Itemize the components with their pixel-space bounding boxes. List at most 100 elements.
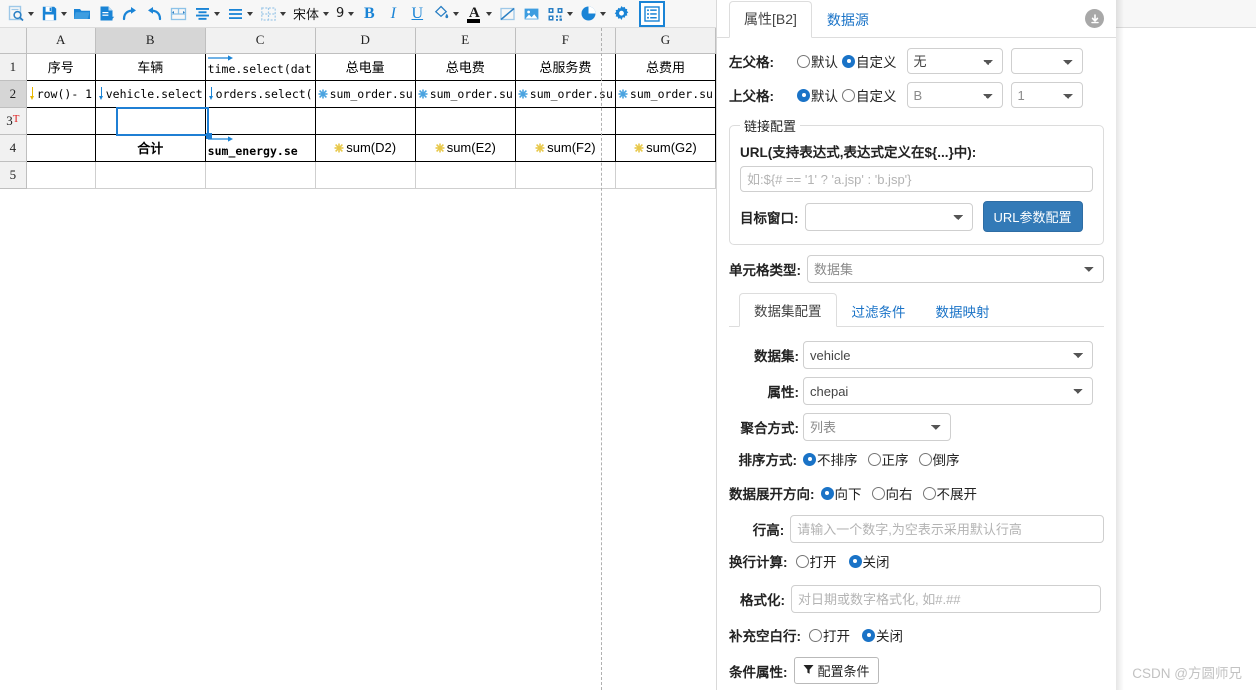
chevron-down-icon[interactable] (486, 11, 493, 16)
left-parent-custom-radio[interactable]: 自定义 (842, 51, 897, 71)
chevron-down-icon[interactable] (247, 11, 253, 16)
fill-blank-off-radio[interactable]: 关闭 (862, 625, 903, 645)
merge-cells-button[interactable] (166, 1, 190, 27)
left-parent-cell-select[interactable]: 无 (906, 48, 1003, 74)
tab-datasource[interactable]: 数据源 (812, 2, 884, 38)
properties-panel-toggle[interactable] (639, 0, 666, 27)
chevron-down-icon[interactable] (214, 11, 220, 16)
row-header-2[interactable]: 2 (0, 80, 27, 108)
chevron-down-icon[interactable] (323, 11, 330, 16)
url-param-config-button[interactable]: URL参数配置 (982, 201, 1083, 232)
chevron-down-icon[interactable] (453, 11, 460, 16)
column-header-b[interactable]: B (95, 28, 206, 54)
sort-asc-radio[interactable]: 正序 (867, 449, 909, 469)
row-header-4[interactable]: 4 (0, 134, 27, 162)
cell-d3[interactable] (314, 106, 416, 135)
cell-c4[interactable]: sum_energy.se (204, 133, 316, 162)
cell-g4[interactable]: sum(G2) (614, 133, 717, 162)
wrap-calc-on-radio[interactable]: 打开 (795, 551, 837, 571)
expand-none-radio[interactable]: 不展开 (922, 483, 977, 503)
cell-g1[interactable]: 总费用 (614, 52, 717, 81)
cell-a3[interactable] (25, 106, 96, 135)
column-header-a[interactable]: A (26, 28, 96, 54)
cell-g3[interactable] (614, 106, 717, 135)
column-header-g[interactable]: G (615, 28, 717, 54)
save-button[interactable] (37, 1, 70, 27)
chevron-down-icon[interactable] (61, 11, 67, 16)
italic-button[interactable]: I (381, 1, 405, 27)
cell-c3[interactable] (204, 106, 316, 135)
left-parent-index-select[interactable] (1010, 48, 1083, 74)
configure-condition-button[interactable]: 配置条件 (793, 657, 879, 684)
sort-none-radio[interactable]: 不排序 (803, 449, 858, 469)
insert-image-button[interactable] (519, 1, 543, 27)
tab-properties[interactable]: 属性[B2] (729, 1, 812, 38)
chevron-down-icon[interactable] (348, 11, 355, 16)
row-header-3[interactable]: 3T (0, 107, 27, 135)
align-center-button[interactable] (190, 1, 223, 27)
font-size-selector[interactable]: 9 (332, 1, 357, 27)
font-family-selector[interactable]: 宋体 (289, 1, 332, 27)
format-input[interactable] (791, 585, 1101, 613)
print-preview-button[interactable] (4, 1, 37, 27)
cell-a2[interactable]: row()- 1 (25, 79, 96, 108)
spreadsheet-grid[interactable]: A B C D E F G 1 序号 车辆 time.select(dat 总电… (0, 28, 717, 189)
cell-c2[interactable]: orders.select( (204, 79, 316, 108)
subtab-dataset-config[interactable]: 数据集配置 (739, 293, 837, 327)
bold-button[interactable]: B (357, 1, 381, 27)
target-window-select[interactable] (804, 202, 973, 231)
cell-d4[interactable]: sum(D2) (314, 133, 416, 162)
align-justify-button[interactable] (223, 1, 256, 27)
new-report-button[interactable] (94, 1, 118, 27)
sort-desc-radio[interactable]: 倒序 (918, 449, 960, 469)
spreadsheet-area[interactable]: A B C D E F G 1 序号 车辆 time.select(dat 总电… (0, 28, 717, 690)
cell-a5[interactable] (25, 160, 96, 189)
cell-d5[interactable] (314, 160, 416, 189)
chevron-down-icon[interactable] (600, 11, 607, 16)
row-header-5[interactable]: 5 (0, 161, 27, 189)
cell-a4[interactable] (25, 133, 96, 162)
url-input[interactable] (740, 166, 1093, 192)
cell-g5[interactable] (614, 160, 717, 189)
barcode-button[interactable] (543, 1, 576, 27)
chevron-down-icon[interactable] (28, 11, 34, 16)
attribute-select[interactable]: chepai (803, 377, 1093, 405)
download-circle-icon[interactable] (1085, 9, 1104, 28)
expand-down-radio[interactable]: 向下 (820, 483, 862, 503)
cell-b1[interactable]: 车辆 (94, 52, 206, 81)
wrap-calc-off-radio[interactable]: 关闭 (848, 551, 890, 571)
dataset-select[interactable]: vehicle (803, 341, 1093, 369)
cell-e3[interactable] (414, 106, 516, 135)
chart-button[interactable] (576, 1, 609, 27)
cell-e4[interactable]: sum(E2) (414, 133, 516, 162)
redo-button[interactable] (118, 1, 142, 27)
cell-c5[interactable] (204, 160, 316, 189)
cell-e1[interactable]: 总电费 (414, 52, 516, 81)
cell-b5[interactable] (94, 160, 206, 189)
cell-g2[interactable]: sum_order.su (614, 79, 717, 108)
font-color-button[interactable]: A (462, 1, 495, 27)
row-header-1[interactable]: 1 (0, 53, 27, 81)
fill-blank-on-radio[interactable]: 打开 (809, 625, 850, 645)
cell-b2[interactable]: vehicle.select (94, 79, 206, 108)
aggregation-select[interactable]: 列表 (803, 413, 951, 441)
expand-right-radio[interactable]: 向右 (871, 483, 913, 503)
selection-fill-handle[interactable] (206, 133, 212, 139)
top-parent-index-select[interactable]: 1 (1010, 82, 1083, 108)
undo-button[interactable] (142, 1, 166, 27)
clear-format-button[interactable] (495, 1, 519, 27)
border-button[interactable] (256, 1, 289, 27)
column-header-e[interactable]: E (415, 28, 516, 54)
settings-button[interactable] (609, 1, 633, 27)
row-height-input[interactable] (790, 515, 1104, 543)
underline-button[interactable]: U (405, 1, 429, 27)
cell-d2[interactable]: sum_order.su (314, 79, 416, 108)
grid-corner[interactable] (0, 28, 27, 54)
chevron-down-icon[interactable] (280, 11, 286, 16)
cell-c1[interactable]: time.select(dat (204, 52, 316, 81)
cell-e5[interactable] (414, 160, 516, 189)
column-header-d[interactable]: D (315, 28, 416, 54)
subtab-filter-condition[interactable]: 过滤条件 (837, 294, 921, 327)
cell-e2[interactable]: sum_order.su (414, 79, 516, 108)
cell-b3[interactable] (94, 106, 206, 135)
